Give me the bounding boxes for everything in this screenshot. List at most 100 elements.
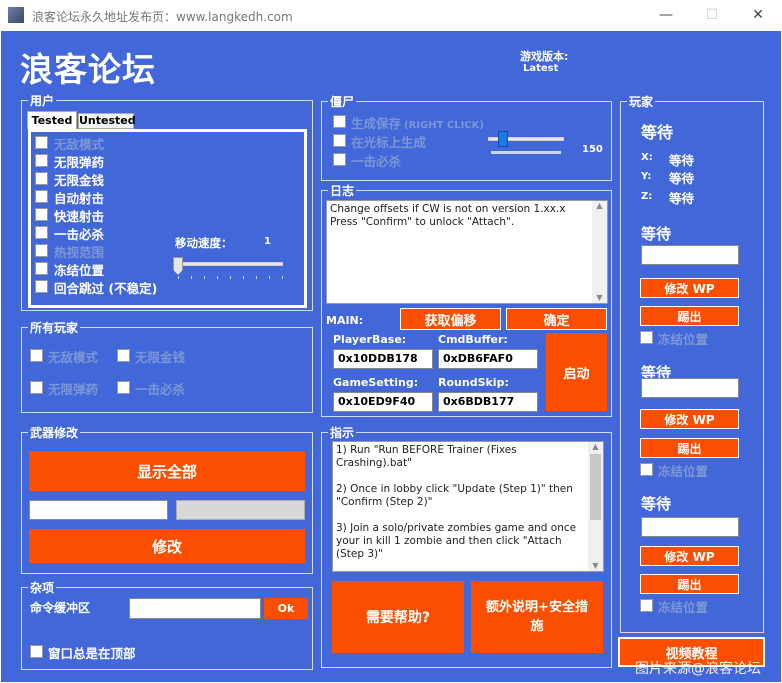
player-4-freeze-checkbox[interactable] [640,599,653,612]
cmd-ok-button[interactable]: Ok [264,598,308,619]
cmd-buffer-input[interactable] [129,598,261,619]
player-3-input[interactable] [641,378,739,398]
user-option-label: 一击必杀 [54,227,105,242]
user-option-checkbox[interactable] [35,280,48,293]
slider-tick [217,276,218,279]
title-bar: 浪客论坛永久地址发布页：www.langkedh.com — ☐ ✕ [0,0,782,30]
guide-box[interactable]: 1) Run "Run BEFORE Trainer (Fixes Crashi… [332,441,604,572]
zombie-option-text: 在光标上生成 [351,135,427,150]
player-2-modify-wp-button[interactable]: 修改 WP [640,278,739,298]
player-4-kick-button[interactable]: 踢出 [640,574,739,594]
slider-tick [204,276,205,279]
always-on-top-checkbox[interactable] [30,645,43,658]
log-scrollbar[interactable]: ▲ ▼ [592,201,607,303]
user-option-checkbox[interactable] [35,190,48,203]
zombie-option-text: 一击必杀 [351,154,402,169]
offset-field-input[interactable]: 0x10DDB178 [333,349,433,369]
user-option-label: 无限金钱 [54,173,105,188]
player-3-kick-button[interactable]: 踢出 [640,438,739,458]
get-offsets-button[interactable]: 获取偏移 [400,308,501,330]
user-option-checkbox[interactable] [35,226,48,239]
user-option-label: 快速射击 [54,209,105,224]
weapon-group-title: 武器修改 [28,424,81,441]
weapon-select[interactable] [176,500,305,520]
offset-field-label: PlayerBase: [333,333,407,346]
log-group-title: 日志 [328,182,357,199]
zombie-option-checkbox[interactable] [333,134,346,147]
user-option-checkbox[interactable] [35,136,48,149]
user-option-checkbox[interactable] [35,244,48,257]
show-all-button[interactable]: 显示全部 [29,451,305,491]
watermark: 图片来源@浪客论坛 [635,661,761,677]
slider-tick [178,276,179,279]
log-box[interactable]: Change offsets if CW is not on version 1… [326,200,608,304]
offset-field-label: CmdBuffer: [438,333,508,346]
weapon-input[interactable] [29,500,168,520]
user-option-label: 冻结位置 [54,263,105,278]
zombie-option-label: 在光标上生成 [351,132,426,151]
zombie-option-hint: (RIGHT CLICK) [404,120,484,131]
player-1-name: 等待 [641,123,674,142]
offset-field-label: RoundSkip: [438,376,509,389]
player-3-modify-wp-button[interactable]: 修改 WP [640,409,739,429]
close-button[interactable]: ✕ [735,0,781,30]
zombie-option-checkbox[interactable] [333,115,346,128]
player-2-kick-button[interactable]: 踢出 [640,306,739,326]
player-2-input[interactable] [641,245,739,265]
zombie-option-checkbox[interactable] [333,153,346,166]
all-players-group: 所有玩家 [21,319,313,413]
zombie-slider-thumb[interactable] [498,131,509,147]
z-value: 等待 [669,191,695,206]
start-button[interactable]: 启动 [546,333,607,411]
user-group-title: 用户 [28,92,57,109]
slider-tick [282,276,283,279]
guide-scroll-thumb[interactable] [590,454,601,520]
z-label: Z: [641,191,653,202]
window-title: 浪客论坛永久地址发布页：www.langkedh.com [32,10,293,24]
move-speed-track [175,262,283,266]
player-2-freeze-checkbox[interactable] [640,331,653,344]
all-players-checkbox[interactable] [117,381,130,394]
guide-scrollbar[interactable]: ▲ ▼ [588,442,603,571]
player-3-freeze-checkbox[interactable] [640,463,653,476]
offset-field-input[interactable]: 0xDB6FAF0 [438,349,538,369]
user-option-checkbox[interactable] [35,172,48,185]
all-players-title: 所有玩家 [28,319,81,336]
user-option-label: 回合跳过 (不稳定) [54,281,158,296]
player-2-name: 等待 [641,225,672,243]
player-4-modify-wp-button[interactable]: 修改 WP [640,546,739,566]
all-players-checkbox[interactable] [117,349,130,362]
all-players-checkbox[interactable] [30,381,43,394]
all-players-checkbox[interactable] [30,349,43,362]
user-option-checkbox[interactable] [35,154,48,167]
slider-tick [191,276,192,279]
minimize-button[interactable]: — [643,0,689,30]
player-4-input[interactable] [641,517,739,537]
offset-field-input[interactable]: 0x6BDB177 [438,392,538,412]
tab-untested[interactable]: Untested [78,113,136,129]
zombie-option-text: 生成保存 [351,116,402,131]
tab-tested[interactable]: Tested [27,111,77,129]
help-button[interactable]: 需要帮助? [332,581,464,653]
all-players-label: 无限弹药 [48,382,99,397]
player-2-freeze-label: 冻结位置 [658,332,709,347]
offset-field-input[interactable]: 0x10ED9F40 [333,392,433,412]
maximize-button[interactable]: ☐ [689,0,735,30]
version-label: 游戏版本: [520,50,569,63]
maximize-icon: ☐ [705,7,719,23]
weapon-modify-button[interactable]: 修改 [29,529,305,563]
confirm-button[interactable]: 确定 [506,308,607,330]
y-label: Y: [641,171,652,182]
extra-info-button[interactable]: 额外说明+安全措施 [471,581,603,653]
slider-tick [230,276,231,279]
log-line: Press "Confirm" to unlock "Attach". [330,216,515,228]
zombie-option-label: 一击必杀 [351,151,401,170]
main-label: MAIN: [326,314,364,327]
user-option-checkbox[interactable] [35,262,48,275]
slider-tick [256,276,257,279]
move-speed-value: 1 [264,236,271,247]
cmd-buffer-label: 命令缓冲区 [30,601,91,615]
app-title: 浪客论坛 [20,50,156,89]
user-option-checkbox[interactable] [35,208,48,221]
player-3-freeze-label: 冻结位置 [658,464,709,479]
